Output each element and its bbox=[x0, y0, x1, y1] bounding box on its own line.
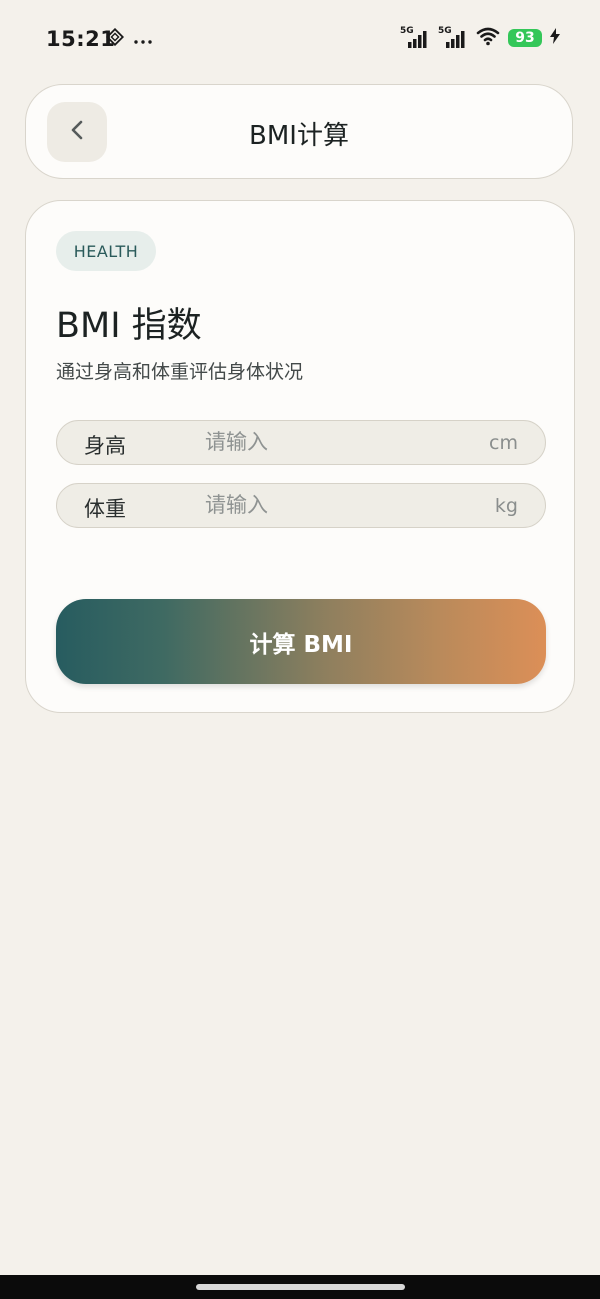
height-input[interactable] bbox=[205, 425, 465, 459]
weight-field[interactable]: 体重 kg bbox=[56, 483, 546, 528]
category-badge: HEALTH bbox=[56, 231, 156, 271]
page-title: BMI计算 bbox=[249, 121, 349, 151]
height-label: 身高 bbox=[84, 434, 126, 458]
height-unit: cm bbox=[489, 432, 518, 454]
wifi-icon bbox=[476, 26, 500, 50]
section-subtitle: 通过身高和体重评估身体状况 bbox=[56, 361, 304, 383]
home-indicator[interactable] bbox=[196, 1284, 405, 1290]
status-right-icons: 5G 5G 93 bbox=[400, 26, 560, 50]
more-dots-icon bbox=[134, 30, 152, 49]
status-bar: 15:21 5G 5G 93 bbox=[0, 0, 600, 80]
header-bar: BMI计算 bbox=[25, 84, 573, 179]
weight-unit: kg bbox=[494, 495, 518, 517]
signal-icon: 5G bbox=[400, 26, 430, 50]
status-time: 15:21 bbox=[46, 27, 116, 51]
section-title: BMI 指数 bbox=[56, 306, 202, 346]
dnd-diamond-icon bbox=[105, 27, 125, 50]
status-left-icons bbox=[105, 27, 152, 50]
height-field[interactable]: 身高 cm bbox=[56, 420, 546, 465]
weight-input[interactable] bbox=[205, 488, 465, 522]
charging-bolt-icon bbox=[550, 28, 560, 48]
weight-label: 体重 bbox=[84, 497, 126, 521]
navigation-bar bbox=[0, 1275, 600, 1299]
signal-icon-2: 5G bbox=[438, 26, 468, 50]
calculate-bmi-button[interactable]: 计算 BMI bbox=[56, 599, 546, 684]
bmi-card: HEALTH BMI 指数 通过身高和体重评估身体状况 身高 cm 体重 kg … bbox=[25, 200, 575, 713]
battery-icon: 93 bbox=[508, 29, 542, 47]
